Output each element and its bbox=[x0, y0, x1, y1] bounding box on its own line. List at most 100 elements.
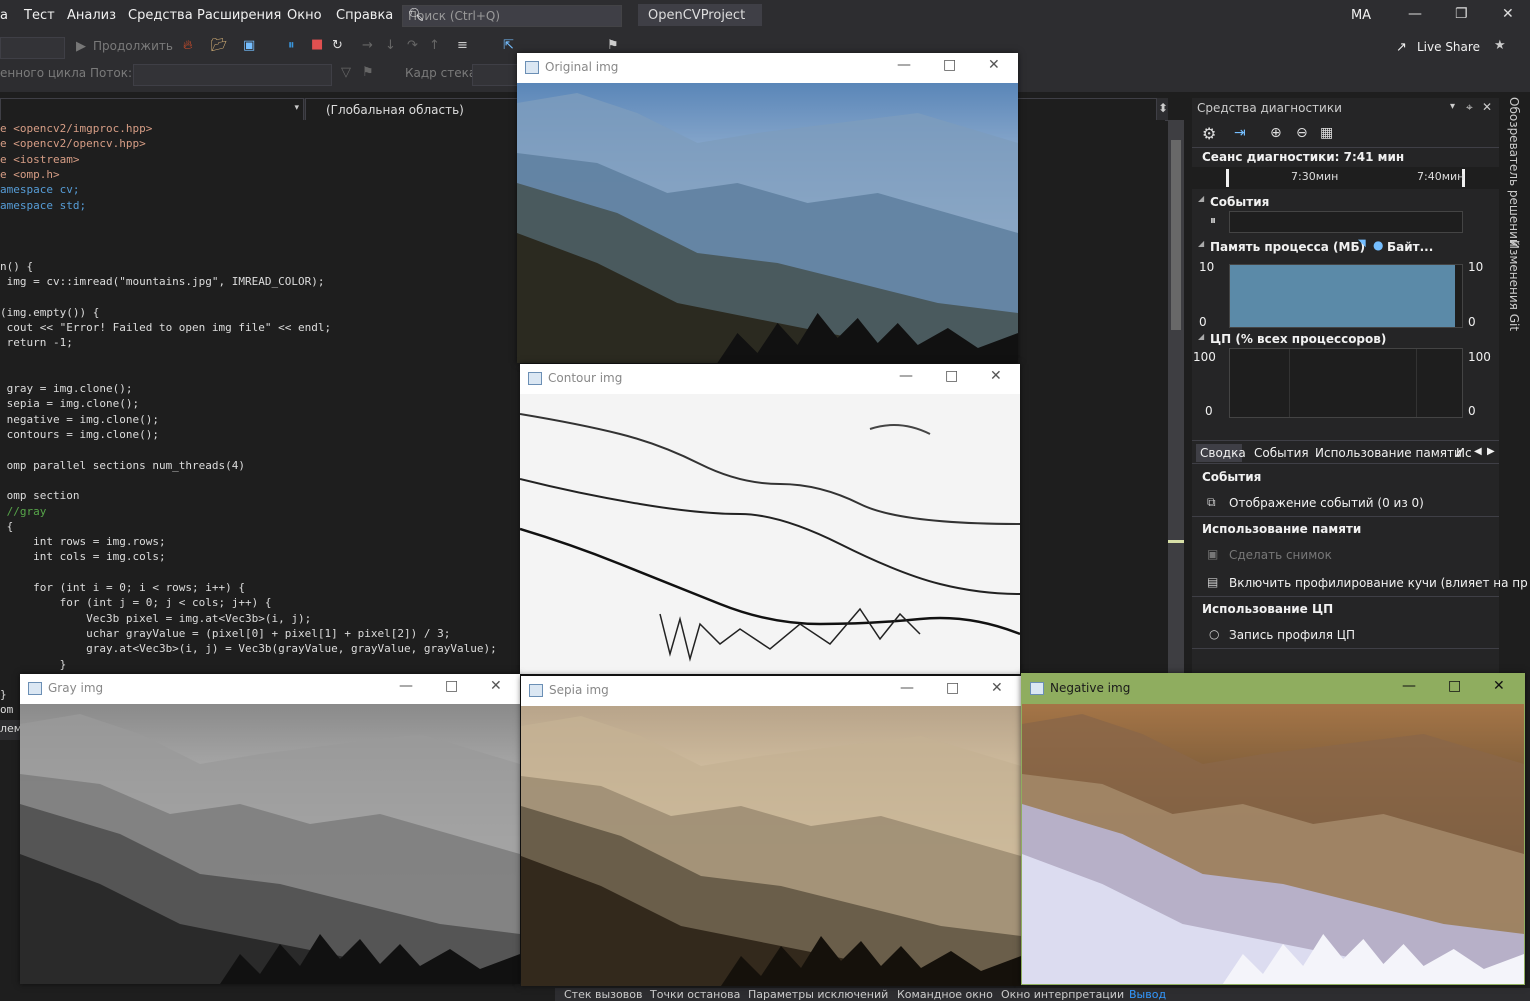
original-img-window[interactable]: Original img — □ ✕ bbox=[517, 53, 1018, 363]
memory-usage-area bbox=[1230, 265, 1456, 327]
zoom-in-icon[interactable]: ⊕ bbox=[1270, 125, 1282, 141]
tab-memory[interactable]: Использование памяти bbox=[1315, 446, 1462, 460]
maximize-icon[interactable]: □ bbox=[943, 57, 956, 73]
original-titlebar[interactable]: Original img — □ ✕ bbox=[517, 53, 1018, 83]
tab-immediate-window[interactable]: Окно интерпретации bbox=[1001, 988, 1124, 1001]
panel-close-icon[interactable]: ✕ bbox=[1482, 100, 1492, 114]
live-share-icon[interactable]: ↗ bbox=[1396, 40, 1407, 55]
feedback-icon[interactable]: ★ bbox=[1494, 38, 1506, 53]
show-next-icon[interactable]: → bbox=[362, 38, 373, 53]
gray-img-window[interactable]: Gray img — □ ✕ bbox=[20, 674, 520, 984]
hot-reload-icon[interactable]: 🔥︎ bbox=[183, 38, 193, 53]
live-share-button[interactable]: Live Share bbox=[1417, 40, 1480, 54]
pause-icon[interactable]: ⏸︎ bbox=[288, 38, 295, 53]
minimize-icon[interactable]: — bbox=[1402, 678, 1416, 694]
file-scope-dropdown[interactable]: ▾ bbox=[0, 98, 304, 122]
play-icon[interactable]: ▶ bbox=[76, 39, 86, 54]
negative-img-window[interactable]: Negative img — □ ✕ bbox=[1021, 673, 1525, 985]
menu-item-analyze[interactable]: Анализ bbox=[67, 8, 116, 23]
thread-combo[interactable] bbox=[133, 64, 332, 86]
tab-exception-settings[interactable]: Параметры исключений bbox=[748, 988, 888, 1001]
close-icon[interactable]: ✕ bbox=[990, 368, 1002, 384]
menu-item-help[interactable]: Справка bbox=[336, 8, 393, 23]
close-icon[interactable]: ✕ bbox=[991, 680, 1003, 696]
take-snapshot-button[interactable]: Сделать снимок bbox=[1229, 548, 1332, 562]
memory-graph[interactable] bbox=[1229, 264, 1463, 328]
maximize-icon[interactable]: □ bbox=[445, 678, 458, 694]
restore-icon[interactable]: ❐ bbox=[1455, 6, 1468, 22]
pin-icon[interactable]: ⌖ bbox=[1466, 100, 1473, 115]
search-input[interactable]: Поиск (Ctrl+Q) 🔍︎ bbox=[402, 5, 622, 27]
stop-icon[interactable]: ■ bbox=[311, 37, 323, 52]
scrollbar-thumb[interactable] bbox=[1171, 140, 1181, 330]
tab-command-window[interactable]: Командное окно bbox=[897, 988, 993, 1001]
menu-item-tools[interactable]: Средства bbox=[128, 8, 193, 23]
solution-explorer-tab[interactable]: Обозреватель решений bbox=[1507, 97, 1521, 247]
maximize-icon[interactable]: □ bbox=[946, 680, 959, 696]
contour-img-window[interactable]: Contour img — □ ✕ bbox=[520, 364, 1020, 674]
negative-titlebar[interactable]: Negative img — □ ✕ bbox=[1022, 674, 1524, 704]
frame-label: Кадр стека: bbox=[405, 66, 481, 80]
menu-item-test[interactable]: Тест bbox=[24, 8, 55, 23]
cpu-graph[interactable] bbox=[1229, 348, 1463, 418]
step-over-icon[interactable]: ↷ bbox=[407, 38, 418, 53]
git-changes-tab[interactable]: Изменения Git bbox=[1507, 240, 1521, 331]
tab-events[interactable]: События bbox=[1254, 446, 1309, 460]
timeline-ruler[interactable]: 7:30мин 7:40мин bbox=[1192, 167, 1499, 189]
record-cpu-profile-button[interactable]: Запись профиля ЦП bbox=[1229, 628, 1355, 642]
tab-output[interactable]: Вывод bbox=[1129, 988, 1166, 1001]
dropdown-icon[interactable]: ▾ bbox=[1450, 101, 1455, 112]
pause-events-icon[interactable]: ⏸︎ bbox=[1210, 213, 1216, 228]
threads-icon[interactable]: ≡ bbox=[457, 38, 468, 53]
zoom-out-icon[interactable]: ⊖ bbox=[1296, 125, 1308, 141]
config-combo[interactable] bbox=[0, 37, 65, 59]
close-icon[interactable]: ✕ bbox=[490, 678, 502, 694]
close-icon[interactable]: ✕ bbox=[1502, 6, 1514, 22]
range-handle-left[interactable] bbox=[1226, 169, 1229, 187]
reset-zoom-icon[interactable]: ▦ bbox=[1320, 125, 1333, 141]
settings-icon[interactable]: ⚙ bbox=[1202, 124, 1216, 143]
tab-cpu[interactable]: Ис bbox=[1456, 446, 1472, 460]
step-into-icon[interactable]: ↓ bbox=[385, 38, 396, 53]
folder-icon[interactable]: 📂︎ bbox=[211, 38, 228, 53]
gray-titlebar[interactable]: Gray img — □ ✕ bbox=[20, 674, 520, 704]
frame-combo[interactable] bbox=[472, 64, 519, 86]
project-name: OpenCVProject bbox=[648, 8, 746, 23]
tab-scroll-left-icon[interactable]: ◀ bbox=[1474, 446, 1482, 457]
sepia-img-window[interactable]: Sepia img — □ ✕ bbox=[521, 676, 1021, 986]
bookmark-icon[interactable]: ⚑ bbox=[607, 38, 619, 53]
menu-item-debug-partial[interactable]: а bbox=[0, 8, 8, 23]
menu-item-extensions[interactable]: Расширения bbox=[197, 8, 281, 23]
minimize-icon[interactable]: — bbox=[897, 57, 911, 73]
filter-icon[interactable]: ▽ bbox=[341, 65, 351, 80]
avatar[interactable]: MA bbox=[1345, 4, 1377, 28]
diagnostics-icon[interactable]: ▣ bbox=[243, 38, 255, 53]
events-track[interactable] bbox=[1229, 211, 1463, 233]
breakpoint-tool-icon[interactable]: ⇱ bbox=[503, 38, 514, 53]
record-icon: ○ bbox=[1209, 627, 1220, 641]
close-icon[interactable]: ✕ bbox=[1493, 678, 1505, 694]
continue-button[interactable]: Продолжить bbox=[93, 39, 173, 53]
show-events-link[interactable]: Отображение событий (0 из 0) bbox=[1229, 496, 1424, 510]
tab-call-stack[interactable]: Стек вызовов bbox=[564, 988, 642, 1001]
maximize-icon[interactable]: □ bbox=[945, 368, 958, 384]
minimize-icon[interactable]: — bbox=[900, 680, 914, 696]
sepia-titlebar[interactable]: Sepia img — □ ✕ bbox=[521, 676, 1021, 706]
tab-scroll-right-icon[interactable]: ▶ bbox=[1487, 446, 1495, 457]
contour-titlebar[interactable]: Contour img — □ ✕ bbox=[520, 364, 1020, 394]
minimize-icon[interactable]: — bbox=[1408, 6, 1422, 22]
export-icon[interactable]: ⇥ bbox=[1234, 125, 1246, 141]
maximize-icon[interactable]: □ bbox=[1448, 678, 1461, 694]
minimize-icon[interactable]: — bbox=[399, 678, 413, 694]
split-icon[interactable]: ⬍ bbox=[1158, 101, 1168, 115]
minimize-icon[interactable]: — bbox=[899, 368, 913, 384]
heap-profiling-checkbox[interactable]: Включить профилирование кучи (влияет на … bbox=[1229, 576, 1528, 590]
flag-icon[interactable]: ⚑ bbox=[362, 65, 374, 80]
restart-icon[interactable]: ↻ bbox=[332, 38, 343, 53]
menu-item-window[interactable]: Окно bbox=[287, 8, 322, 23]
editor-scrollbar[interactable] bbox=[1168, 120, 1184, 680]
tab-summary[interactable]: Сводка bbox=[1196, 444, 1246, 462]
step-out-icon[interactable]: ↑ bbox=[429, 38, 440, 53]
tab-breakpoints[interactable]: Точки останова bbox=[650, 988, 740, 1001]
close-icon[interactable]: ✕ bbox=[988, 57, 1000, 73]
